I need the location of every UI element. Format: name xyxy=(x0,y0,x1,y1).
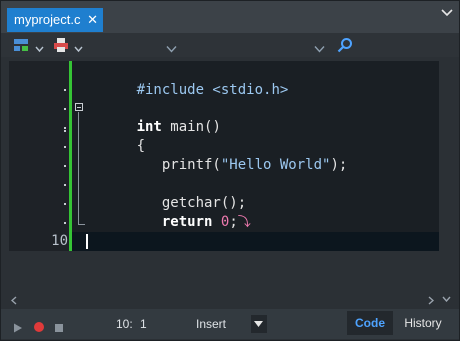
horizontal-scrollbar[interactable] xyxy=(9,293,439,307)
code-line: } xyxy=(72,213,439,249)
chevron-down-icon[interactable] xyxy=(441,9,453,17)
caret-down-icon xyxy=(254,321,263,327)
mode-dropdown[interactable] xyxy=(251,315,267,333)
cursor-line: 10: xyxy=(116,317,133,331)
code-line: printf("Hello World"); xyxy=(72,137,439,173)
line-marker xyxy=(64,146,66,148)
chevron-right-icon[interactable] xyxy=(428,296,434,305)
file-tab[interactable]: myproject.c ✕ xyxy=(7,8,103,32)
chevron-down-icon[interactable] xyxy=(442,296,451,302)
code-editor[interactable]: #include <stdio.h> int main() { printf("… xyxy=(72,61,439,251)
current-line xyxy=(72,232,439,251)
chevron-down-icon[interactable] xyxy=(314,41,325,57)
chevron-left-icon[interactable] xyxy=(11,296,17,305)
print-icon[interactable] xyxy=(53,37,69,53)
code-line: { xyxy=(72,118,439,154)
vertical-scrollbar[interactable] xyxy=(439,61,453,302)
line-marker xyxy=(64,184,66,186)
status-bar: 10: 1 Insert Code History xyxy=(1,309,459,339)
stop-icon[interactable] xyxy=(54,319,64,337)
insert-mode-label[interactable]: Insert xyxy=(196,315,226,333)
chevron-down-icon[interactable] xyxy=(74,41,83,57)
chevron-down-icon[interactable] xyxy=(35,41,44,57)
line-marker xyxy=(64,165,66,167)
editor-window: myproject.c ✕ 10 #include <stdio.h> int … xyxy=(0,0,460,341)
line-number: 10 xyxy=(51,233,68,249)
line-marker xyxy=(64,203,66,205)
code-text: #include <stdio.h> xyxy=(136,82,289,98)
code-line: return 0;⤵ xyxy=(72,194,439,230)
code-line: int main() xyxy=(72,99,439,135)
chevron-down-icon[interactable] xyxy=(166,41,177,57)
text-cursor xyxy=(86,234,88,249)
tab-code[interactable]: Code xyxy=(347,311,393,335)
search-icon[interactable] xyxy=(337,37,353,53)
toolbar xyxy=(1,33,459,57)
tab-history[interactable]: History xyxy=(399,311,447,335)
code-line: getchar(); xyxy=(72,175,439,211)
record-icon[interactable] xyxy=(33,318,45,336)
tab-bar: myproject.c ✕ xyxy=(1,1,459,33)
line-marker xyxy=(64,108,66,110)
code-line: #include <stdio.h> xyxy=(72,62,439,98)
line-marker xyxy=(64,127,66,129)
code-text: printf("Hello World"); xyxy=(136,157,348,173)
line-marker xyxy=(64,130,66,132)
line-marker xyxy=(64,222,66,224)
layout-icon[interactable] xyxy=(13,37,29,53)
close-icon[interactable]: ✕ xyxy=(87,8,98,32)
line-number-gutter: 10 xyxy=(9,61,72,251)
line-marker xyxy=(64,89,66,91)
cursor-column: 1 xyxy=(140,317,147,331)
play-icon[interactable] xyxy=(13,319,23,337)
string-literal: "Hello World" xyxy=(220,157,331,173)
file-tab-label: myproject.c xyxy=(14,12,81,27)
